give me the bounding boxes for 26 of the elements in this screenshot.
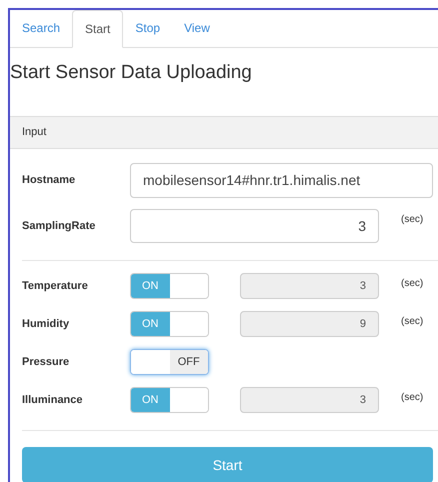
interval-field: 3 — [240, 387, 379, 413]
sampling-rate-field[interactable]: 3 — [130, 209, 379, 243]
unit-label: (sec) — [401, 214, 424, 225]
toggle-switch[interactable]: ON — [130, 311, 209, 337]
interval-field: 3 — [240, 273, 379, 299]
sensor-label: Pressure — [21, 356, 70, 368]
tab[interactable]: Start — [72, 10, 124, 48]
toggle-switch[interactable]: OFF — [130, 349, 209, 375]
toggle-switch[interactable]: ON — [130, 387, 209, 413]
field-label: Hostname — [21, 174, 76, 186]
toggle-switch[interactable]: ON — [130, 273, 209, 299]
unit-label: (sec) — [401, 278, 424, 289]
page-title: Start Sensor Data Uploading — [10, 62, 253, 85]
unit-label: (sec) — [401, 392, 424, 403]
interval-field: 9 — [240, 311, 379, 337]
tab[interactable]: Search — [10, 10, 72, 47]
sensor-label: Temperature — [21, 280, 89, 292]
panel-heading: Input — [22, 126, 46, 138]
tab[interactable]: View — [172, 10, 222, 47]
hostname-field[interactable]: mobilesensor14#hnr.tr1.himalis.net — [130, 162, 433, 198]
unit-label: (sec) — [401, 316, 424, 327]
field-label: SamplingRate — [21, 220, 96, 232]
tab[interactable]: Stop — [123, 10, 172, 47]
sensor-label: Humidity — [21, 318, 70, 330]
sensor-label: Illuminance — [21, 394, 84, 406]
start-button[interactable]: Start — [22, 447, 433, 482]
